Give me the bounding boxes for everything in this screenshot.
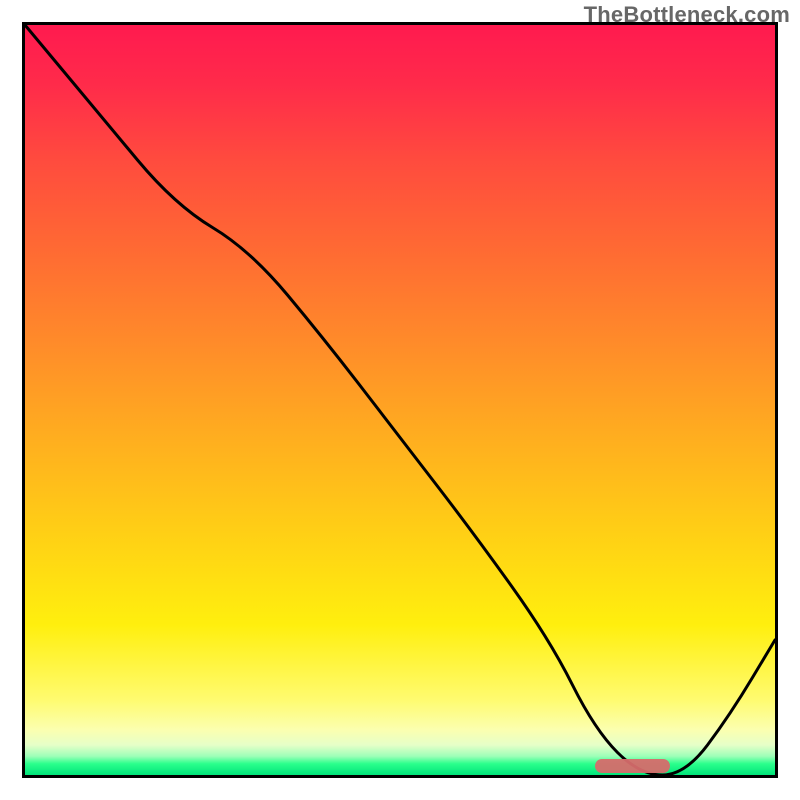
watermark-text: TheBottleneck.com [584,2,790,28]
plot-frame [22,22,778,778]
optimal-range-marker [595,759,670,773]
curve-path [25,25,775,775]
bottleneck-curve [25,25,775,775]
chart-container: TheBottleneck.com [0,0,800,800]
